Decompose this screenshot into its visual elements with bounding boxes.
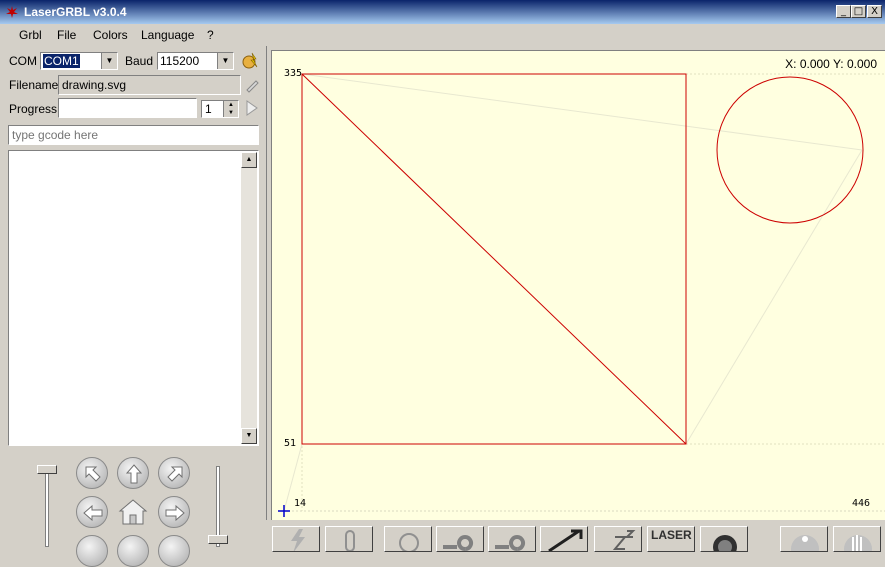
laser-app-icon (6, 6, 18, 18)
path-diagonal (301, 73, 687, 445)
progress-label: Progress (9, 102, 58, 116)
close-button[interactable]: X (867, 5, 882, 18)
pass-count-value: 1 (205, 102, 212, 116)
arrow-left-icon (83, 504, 103, 522)
speed-slider-thumb[interactable] (208, 535, 228, 544)
filename-label: Filename (9, 78, 59, 92)
laser-toggle-button[interactable] (700, 526, 748, 552)
x-min-label: 14 (294, 498, 307, 509)
path-circle (716, 76, 864, 224)
com-port-select[interactable]: COM1 ▼ (40, 52, 118, 70)
com-port-value: COM1 (43, 54, 80, 68)
sleep-icon (612, 530, 636, 550)
jog-up-button[interactable] (117, 457, 149, 489)
arrow-up-right-icon (167, 466, 183, 482)
maximize-button[interactable]: □ (851, 5, 866, 18)
jog-right-button[interactable] (158, 496, 190, 528)
diagonal-arrow-icon (548, 529, 583, 551)
y-max-label: 335 (284, 68, 303, 79)
minimize-button[interactable]: _ (836, 5, 851, 18)
origin-cross-icon (278, 505, 290, 517)
bottom-toolbar: LASER (266, 520, 885, 552)
target-button[interactable] (384, 526, 432, 552)
link-icon (345, 530, 355, 551)
pass-count-stepper[interactable]: 1 ▲ ▼ (201, 100, 239, 118)
sleep-button[interactable] (594, 526, 642, 552)
progress-bar (58, 98, 197, 118)
title-bar: LaserGRBL v3.0.4 _ □ X (0, 0, 885, 24)
zero-icon (443, 535, 474, 551)
arrow-up-icon (125, 464, 143, 484)
preview-canvas[interactable]: X: 0.000 Y: 0.000 335 51 14 446 (271, 50, 885, 520)
lightning-icon (291, 529, 305, 551)
menu-colors[interactable]: Colors (93, 28, 128, 42)
scroll-down-icon[interactable]: ▼ (241, 428, 257, 444)
user-icon (791, 535, 819, 551)
baud-rate-select[interactable]: 115200 ▼ (157, 52, 234, 70)
jog-down-right-button[interactable] (158, 535, 190, 567)
power-slider[interactable] (45, 466, 49, 547)
x-max-label: 446 (852, 498, 871, 509)
connect-icon[interactable] (240, 51, 260, 71)
y-min-label: 51 (284, 438, 297, 449)
home-button[interactable] (117, 497, 149, 527)
laser-button[interactable]: LASER (647, 526, 695, 552)
arrow-up-left-icon (85, 466, 101, 482)
jog-down-button[interactable] (117, 535, 149, 567)
link-button[interactable] (325, 526, 373, 552)
play-icon[interactable] (245, 100, 259, 116)
stop-button[interactable] (833, 526, 881, 552)
gcode-input[interactable] (8, 125, 259, 145)
zero-y-button[interactable] (488, 526, 536, 552)
power-ring-icon (713, 535, 737, 551)
toolpath-preview (278, 73, 885, 517)
chevron-down-icon[interactable]: ▼ (101, 53, 117, 69)
jog-down-left-button[interactable] (76, 535, 108, 567)
power-slider-thumb[interactable] (37, 465, 57, 474)
chevron-down-icon[interactable]: ▼ (217, 53, 233, 69)
com-label: COM (9, 54, 37, 68)
zero-icon (495, 535, 526, 551)
frame-button[interactable] (540, 526, 588, 552)
jog-left-button[interactable] (76, 496, 108, 528)
position-readout: X: 0.000 Y: 0.000 (785, 57, 877, 71)
window-title: LaserGRBL v3.0.4 (24, 5, 127, 19)
console-log: ▲ ▼ (8, 150, 259, 446)
control-panel: COM COM1 ▼ Baud 115200 ▼ Filename drawin… (0, 46, 267, 567)
baud-rate-value: 115200 (160, 54, 200, 68)
spin-arrows-icon[interactable]: ▲ ▼ (223, 101, 238, 117)
baud-label: Baud (125, 54, 154, 68)
filename-field: drawing.svg (58, 75, 241, 95)
jog-up-right-button[interactable] (158, 457, 190, 489)
menu-bar: Grbl File Colors Language ? (0, 24, 885, 46)
menu-help[interactable]: ? (207, 28, 214, 42)
scroll-up-icon[interactable]: ▲ (241, 152, 257, 168)
jog-up-left-button[interactable] (76, 457, 108, 489)
menu-file[interactable]: File (57, 28, 76, 42)
open-file-icon[interactable] (244, 77, 260, 93)
user-button[interactable] (780, 526, 828, 552)
laser-label: LASER (651, 528, 692, 542)
zero-x-button[interactable] (436, 526, 484, 552)
hand-stop-icon (844, 535, 872, 551)
arrow-right-icon (165, 504, 185, 522)
target-icon (399, 533, 419, 551)
lightning-button[interactable] (272, 526, 320, 552)
console-scrollbar[interactable]: ▲ ▼ (241, 152, 257, 444)
menu-grbl[interactable]: Grbl (19, 28, 42, 42)
menu-language[interactable]: Language (141, 28, 194, 42)
